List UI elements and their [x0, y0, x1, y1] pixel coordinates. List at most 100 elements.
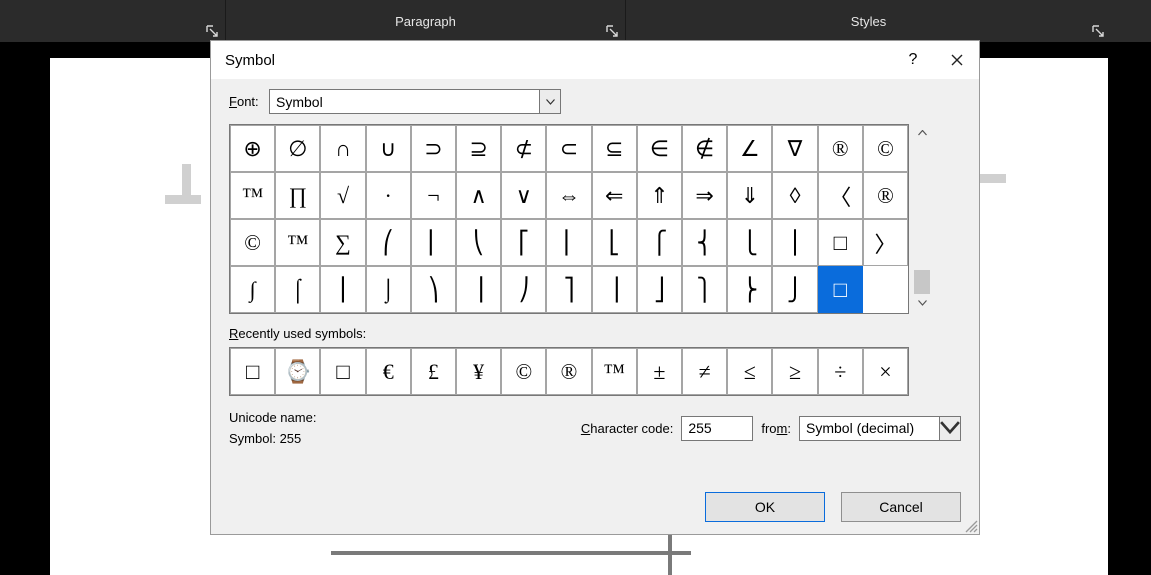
symbol-cell[interactable]: ⎝	[456, 219, 501, 266]
recent-symbol-cell[interactable]: □	[230, 348, 275, 395]
recent-symbol-cell[interactable]: £	[411, 348, 456, 395]
symbol-cell[interactable]: ⎥	[592, 266, 637, 313]
ok-button[interactable]: OK	[705, 492, 825, 522]
grid-wrap: ⊕∅∩∪⊃⊇⊄⊂⊆∈∉∠∇®©™∏√·¬∧∨⇔⇐⇑⇒⇓◊〈®©™∑⎛⎜⎝⎡⎢⎣⎧…	[229, 124, 961, 314]
symbol-cell[interactable]: ⊇	[456, 125, 501, 172]
symbol-cell[interactable]: ⎜	[411, 219, 456, 266]
symbol-cell[interactable]: ⎬	[727, 266, 772, 313]
symbol-cell[interactable]: ∪	[366, 125, 411, 172]
symbol-cell[interactable]: ™	[275, 219, 320, 266]
symbol-cell[interactable]: ∩	[320, 125, 365, 172]
symbol-cell[interactable]: ⎦	[637, 266, 682, 313]
symbol-cell[interactable]: ∫	[230, 266, 275, 313]
symbol-cell[interactable]: ∧	[456, 172, 501, 219]
recent-symbols-row[interactable]: □⌚□€£¥©®™±≠≤≥÷×	[229, 347, 909, 396]
symbol-cell[interactable]: ⎮	[320, 266, 365, 313]
symbol-cell[interactable]: ®	[863, 172, 908, 219]
symbol-cell[interactable]: ⎠	[501, 266, 546, 313]
from-combobox[interactable]	[799, 416, 961, 441]
symbol-cell[interactable]: ⎩	[727, 219, 772, 266]
symbol-cell[interactable]: ◊	[772, 172, 817, 219]
symbol-cell[interactable]: ⎣	[592, 219, 637, 266]
recent-symbol-cell[interactable]: ≠	[682, 348, 727, 395]
symbol-cell[interactable]: ∨	[501, 172, 546, 219]
symbol-cell[interactable]: ®	[818, 125, 863, 172]
recent-symbol-cell[interactable]: €	[366, 348, 411, 395]
scroll-up-button[interactable]	[913, 124, 931, 142]
symbol-cell[interactable]: ∇	[772, 125, 817, 172]
symbol-cell[interactable]: ⊆	[592, 125, 637, 172]
dialog-body: Font: ⊕∅∩∪⊃⊇⊄⊂⊆∈∉∠∇®©™∏√·¬∧∨⇔⇐⇑⇒⇓◊〈®©™∑⎛…	[211, 79, 979, 534]
margin-marker	[165, 195, 201, 204]
symbol-cell[interactable]: ⎤	[546, 266, 591, 313]
symbol-cell[interactable]: ⌠	[275, 266, 320, 313]
symbol-cell[interactable]: ¬	[411, 172, 456, 219]
dialog-launcher-icon[interactable]	[605, 24, 619, 38]
dialog-launcher-icon[interactable]	[205, 24, 219, 38]
recent-symbol-cell[interactable]: ±	[637, 348, 682, 395]
symbol-cell[interactable]: ⎫	[682, 266, 727, 313]
symbol-cell[interactable]: ™	[230, 172, 275, 219]
recent-symbol-cell[interactable]: ⌚	[275, 348, 320, 395]
symbol-cell[interactable]: ⎡	[501, 219, 546, 266]
recent-symbol-cell[interactable]: ×	[863, 348, 908, 395]
scrollbar[interactable]	[913, 124, 931, 312]
symbol-cell[interactable]: ⊕	[230, 125, 275, 172]
symbol-cell[interactable]: √	[320, 172, 365, 219]
symbol-cell[interactable]: ∈	[637, 125, 682, 172]
symbol-cell	[863, 266, 908, 313]
symbol-cell[interactable]: 〉	[863, 219, 908, 266]
recent-symbol-cell[interactable]: ©	[501, 348, 546, 395]
symbol-cell[interactable]: ©	[230, 219, 275, 266]
symbol-grid[interactable]: ⊕∅∩∪⊃⊇⊄⊂⊆∈∉∠∇®©™∏√·¬∧∨⇔⇐⇑⇒⇓◊〈®©™∑⎛⎜⎝⎡⎢⎣⎧…	[229, 124, 909, 314]
symbol-cell[interactable]: ⇒	[682, 172, 727, 219]
symbol-cell[interactable]: ⎪	[772, 219, 817, 266]
symbol-cell[interactable]: ⇓	[727, 172, 772, 219]
symbol-cell[interactable]: ©	[863, 125, 908, 172]
cancel-button[interactable]: Cancel	[841, 492, 961, 522]
symbol-cell[interactable]: □	[818, 219, 863, 266]
symbol-cell[interactable]: ⇐	[592, 172, 637, 219]
symbol-cell[interactable]: ⌡	[366, 266, 411, 313]
symbol-cell[interactable]: ⊄	[501, 125, 546, 172]
symbol-cell[interactable]: ∑	[320, 219, 365, 266]
symbol-cell[interactable]: ⊂	[546, 125, 591, 172]
close-button[interactable]	[935, 41, 979, 79]
symbol-cell[interactable]: ∠	[727, 125, 772, 172]
symbol-cell[interactable]: ⎨	[682, 219, 727, 266]
font-combobox[interactable]	[269, 89, 561, 114]
scroll-down-button[interactable]	[913, 294, 931, 312]
recent-symbol-cell[interactable]: ®	[546, 348, 591, 395]
symbol-cell[interactable]: ⇔	[546, 172, 591, 219]
chevron-down-icon[interactable]	[539, 89, 561, 114]
recent-symbol-cell[interactable]: ™	[592, 348, 637, 395]
chevron-down-icon[interactable]	[939, 416, 961, 441]
symbol-cell[interactable]: ⎞	[411, 266, 456, 313]
from-input[interactable]	[799, 416, 939, 441]
recent-symbol-cell[interactable]: ≤	[727, 348, 772, 395]
symbol-cell[interactable]: ·	[366, 172, 411, 219]
symbol-cell[interactable]: ⎟	[456, 266, 501, 313]
symbol-cell[interactable]: ⎧	[637, 219, 682, 266]
character-code-input[interactable]	[681, 416, 753, 441]
symbol-cell[interactable]: ⇑	[637, 172, 682, 219]
help-button[interactable]: ?	[891, 41, 935, 79]
symbol-cell[interactable]: ⎭	[772, 266, 817, 313]
recent-symbol-cell[interactable]: ≥	[772, 348, 817, 395]
recent-symbol-cell[interactable]: □	[320, 348, 365, 395]
symbol-cell[interactable]: ⊃	[411, 125, 456, 172]
resize-grip-icon[interactable]	[962, 517, 978, 533]
symbol-cell[interactable]: □	[818, 266, 863, 313]
recent-symbol-cell[interactable]: ¥	[456, 348, 501, 395]
dialog-launcher-icon[interactable]	[1091, 24, 1105, 38]
symbol-cell[interactable]: 〈	[818, 172, 863, 219]
dialog-titlebar[interactable]: Symbol ?	[211, 41, 979, 79]
symbol-cell[interactable]: ∏	[275, 172, 320, 219]
symbol-cell[interactable]: ⎢	[546, 219, 591, 266]
font-input[interactable]	[269, 89, 539, 114]
scroll-thumb[interactable]	[914, 270, 930, 294]
recent-symbol-cell[interactable]: ÷	[818, 348, 863, 395]
symbol-cell[interactable]: ∅	[275, 125, 320, 172]
symbol-cell[interactable]: ⎛	[366, 219, 411, 266]
symbol-cell[interactable]: ∉	[682, 125, 727, 172]
